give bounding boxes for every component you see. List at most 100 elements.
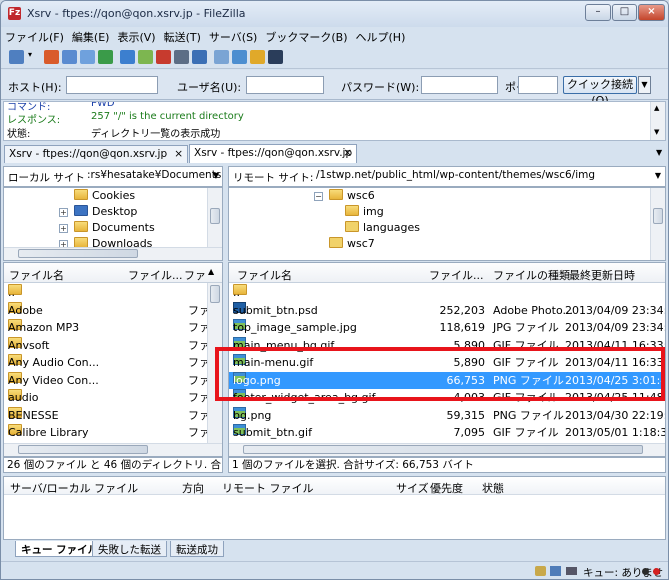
file-size: 252,203 xyxy=(439,303,486,317)
remote-list-hscrollbar[interactable] xyxy=(229,443,665,456)
close-button[interactable]: × xyxy=(638,4,665,21)
column-size[interactable]: サイズ xyxy=(396,480,429,496)
sync-browse-icon[interactable] xyxy=(250,50,265,64)
column-direction[interactable]: 方向 xyxy=(182,480,204,496)
compare-icon[interactable] xyxy=(232,50,247,64)
tab-list-dropdown-icon[interactable]: ▼ xyxy=(656,148,662,157)
tab-close-icon[interactable]: × xyxy=(174,148,183,160)
column-local-file[interactable]: サーバ/ローカル ファイル xyxy=(10,480,138,496)
local-tree-hscrollbar[interactable] xyxy=(4,247,222,260)
scroll-thumb[interactable] xyxy=(653,208,663,224)
remote-status: 1 個のファイルを選択. 合計サイズ: 66,753 バイト xyxy=(228,457,666,473)
host-input[interactable] xyxy=(66,76,158,94)
scroll-up-icon[interactable]: ▲ xyxy=(654,104,659,112)
menu-edit[interactable]: 編集(E) xyxy=(68,27,114,45)
scroll-thumb[interactable] xyxy=(243,445,643,454)
local-file-row[interactable]: Any Video Con... ファ xyxy=(4,371,210,389)
scroll-thumb[interactable] xyxy=(18,249,138,258)
site-manager-dropdown-icon[interactable]: ▾ xyxy=(28,50,36,64)
local-file-row[interactable]: .. xyxy=(4,284,207,301)
connection-tab-active[interactable]: Xsrv - ftpes://qon@qon.xsrv.jp × xyxy=(189,144,357,163)
tree-item-current[interactable]: img xyxy=(345,204,384,219)
tree-item[interactable]: languages xyxy=(345,220,420,235)
tree-item[interactable]: Documents xyxy=(74,220,155,235)
user-input[interactable] xyxy=(246,76,324,94)
log-scrollbar[interactable]: ▲ ▼ xyxy=(650,102,665,140)
column-status[interactable]: 状態 xyxy=(482,480,504,496)
site-manager-icon[interactable] xyxy=(9,50,24,64)
remote-path-combo[interactable]: /1stwp.net/public_html/wp-content/themes… xyxy=(313,168,663,185)
local-file-row[interactable]: Calibre Library ファ xyxy=(4,424,210,441)
toggle-queue-icon[interactable] xyxy=(98,50,113,64)
local-file-row[interactable]: Any Audio Con... ファ xyxy=(4,354,210,371)
column-filename[interactable]: ファイル名 xyxy=(9,267,64,283)
maximize-button[interactable]: □ xyxy=(612,4,637,21)
tab-close-icon[interactable]: × xyxy=(343,147,352,159)
quickconnect-button[interactable]: クイック接続(Q) xyxy=(563,76,637,107)
port-input[interactable] xyxy=(518,76,558,94)
menu-bookmarks[interactable]: ブックマーク(B) xyxy=(261,27,351,45)
process-queue-icon[interactable] xyxy=(138,50,153,64)
local-file-row[interactable]: Adobe ファ xyxy=(4,301,210,319)
scroll-thumb[interactable] xyxy=(210,285,220,303)
expand-icon[interactable]: + xyxy=(59,208,68,217)
local-list-hscrollbar[interactable] xyxy=(4,443,222,456)
connection-tab[interactable]: Xsrv - ftpes://qon@qon.xsrv.jp × xyxy=(4,145,188,163)
tab-failed-transfers[interactable]: 失敗した転送 xyxy=(92,541,167,557)
scroll-down-icon[interactable]: ▼ xyxy=(654,128,659,136)
menu-help[interactable]: ヘルプ(H) xyxy=(352,27,410,45)
chevron-down-icon[interactable]: ▼ xyxy=(655,168,661,183)
remote-file-row[interactable]: submit_btn.gif 7,095 GIF ファイル 2013/05/01 1:… xyxy=(229,424,665,441)
column-filetype[interactable]: ファ xyxy=(184,267,206,283)
minimize-button[interactable]: – xyxy=(585,4,611,21)
column-filetype[interactable]: ファイルの種類 xyxy=(493,267,570,283)
column-modified[interactable]: 最終更新日時 xyxy=(569,267,635,283)
remote-file-row[interactable]: top_image_sample.jpg 118,619 JPG ファイル 2013/… xyxy=(229,319,665,336)
tree-item[interactable]: Cookies xyxy=(74,188,135,203)
local-status: 26 個のファイル と 46 個のディレクトリ. 合 xyxy=(3,457,223,473)
tree-item[interactable]: wsc6 xyxy=(329,188,375,203)
local-path-combo[interactable]: :rs¥hesatake¥Documents¥ ▼ xyxy=(84,168,221,185)
column-filesize[interactable]: ファイル... xyxy=(128,267,183,283)
toggle-log-icon[interactable] xyxy=(44,50,59,64)
menu-file[interactable]: ファイル(F) xyxy=(1,27,68,45)
file-size: 59,315 xyxy=(446,408,486,422)
column-filename[interactable]: ファイル名 xyxy=(237,267,292,283)
column-filesize[interactable]: ファイル... xyxy=(429,267,484,283)
tab-successful-transfers[interactable]: 転送成功 xyxy=(170,541,224,557)
tree-item[interactable]: wsc7 xyxy=(329,236,375,251)
menu-view[interactable]: 表示(V) xyxy=(113,27,159,45)
local-tree-scrollbar[interactable] xyxy=(207,188,222,247)
scroll-thumb[interactable] xyxy=(18,445,148,454)
filter-icon[interactable] xyxy=(214,50,229,64)
tree-item-label: wsc6 xyxy=(347,189,375,202)
local-file-row[interactable]: Anvsoft ファ xyxy=(4,336,210,354)
column-priority[interactable]: 優先度 xyxy=(430,480,463,496)
local-file-row[interactable]: audio ファ xyxy=(4,389,210,406)
quickconnect-history-dropdown[interactable]: ▼ xyxy=(638,76,651,94)
cancel-icon[interactable] xyxy=(156,50,171,64)
remote-path-value: /1stwp.net/public_html/wp-content/themes… xyxy=(316,169,596,181)
local-file-row[interactable]: BENESSE ファ xyxy=(4,406,210,424)
menu-transfer[interactable]: 転送(T) xyxy=(160,27,205,45)
toggle-remote-tree-icon[interactable] xyxy=(80,50,95,64)
local-file-row[interactable]: Amazon MP3 ファ xyxy=(4,319,210,336)
refresh-icon[interactable] xyxy=(120,50,135,64)
search-icon[interactable] xyxy=(268,50,283,64)
tree-item[interactable]: Desktop xyxy=(74,204,137,219)
column-remote-file[interactable]: リモート ファイル xyxy=(222,480,314,496)
remote-file-row[interactable]: bg.png 59,315 PNG ファイル2013/04/30 22:19:32 xyxy=(229,406,665,424)
password-input[interactable] xyxy=(421,76,498,94)
expand-icon[interactable]: + xyxy=(59,224,68,233)
toggle-local-tree-icon[interactable] xyxy=(62,50,77,64)
disconnect-icon[interactable] xyxy=(174,50,189,64)
remote-file-row[interactable]: .. xyxy=(229,284,665,301)
menu-server[interactable]: サーバ(S) xyxy=(205,27,261,45)
collapse-icon[interactable]: − xyxy=(314,192,323,201)
chevron-down-icon[interactable]: ▼ xyxy=(213,168,219,183)
reconnect-icon[interactable] xyxy=(192,50,207,64)
remote-file-row[interactable]: submit_btn.psd 252,203 Adobe Photo... 2013/… xyxy=(229,301,665,319)
remote-tree-scrollbar[interactable] xyxy=(650,188,665,260)
tab-queued-files[interactable]: キュー ファイル xyxy=(15,541,105,557)
scroll-thumb[interactable] xyxy=(210,208,220,224)
